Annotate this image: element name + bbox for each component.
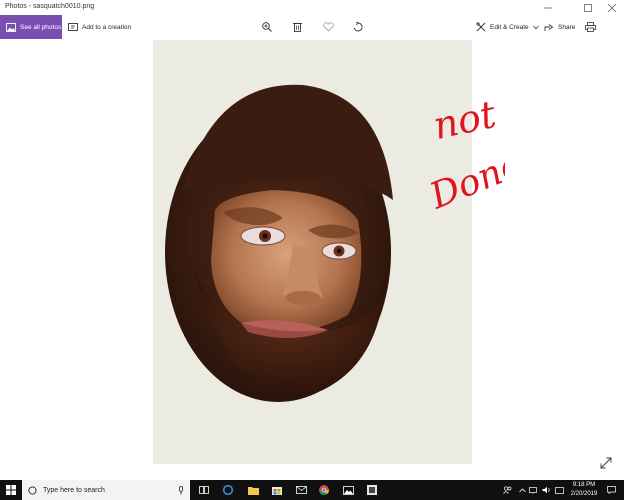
share-icon (544, 23, 554, 31)
chrome-icon (319, 485, 329, 495)
close-button[interactable] (600, 0, 624, 15)
edit-label: Edit & Create (490, 23, 529, 31)
handwritten-annotation: not Done (425, 92, 505, 215)
print-button[interactable] (579, 15, 601, 39)
delete-icon (292, 23, 302, 32)
edge-icon (223, 485, 233, 495)
photos-icon (342, 485, 354, 495)
see-all-photos-button[interactable]: See all photos (0, 15, 62, 39)
app-icon (367, 485, 377, 495)
action-center-button[interactable] (604, 480, 618, 500)
wifi-icon (529, 487, 537, 494)
chrome-taskbar-button[interactable] (313, 480, 335, 500)
share-button[interactable]: Share (544, 15, 575, 39)
share-label: Share (558, 23, 576, 31)
windows-logo-icon (6, 485, 16, 495)
search-placeholder: Type here to search (43, 486, 105, 494)
title-bar: Photos - sasquatch0010.png (0, 0, 624, 15)
mail-taskbar-button[interactable] (290, 480, 312, 500)
volume-icon (542, 486, 550, 494)
heart-icon (322, 22, 334, 32)
expand-icon (600, 457, 612, 469)
add-creation-icon (68, 22, 78, 31)
edge-taskbar-button[interactable] (217, 480, 239, 500)
volume-button[interactable] (541, 480, 553, 500)
task-view-button[interactable] (193, 480, 215, 500)
keyboard-button[interactable] (553, 480, 565, 500)
file-explorer-taskbar-button[interactable] (242, 480, 264, 500)
annotation-not-text: not (429, 92, 500, 148)
edit-icon (476, 22, 486, 32)
photos-collection-icon (6, 22, 16, 32)
taskbar-search-box[interactable]: Type here to search (22, 480, 190, 500)
chevron-down-icon (532, 25, 539, 29)
expand-button[interactable] (600, 457, 614, 471)
zoom-icon (262, 22, 272, 32)
minimize-icon (544, 7, 552, 8)
store-icon (272, 487, 282, 495)
clock-time: 9:18 PM (572, 482, 596, 488)
mail-icon (295, 486, 307, 494)
edit-create-button[interactable]: Edit & Create (476, 15, 539, 39)
window-title: Photos - sasquatch0010.png (5, 3, 95, 10)
people-button[interactable] (500, 480, 514, 500)
annotation-done-text: Done (425, 144, 505, 215)
chevron-up-icon (518, 487, 526, 492)
start-button[interactable] (0, 480, 22, 500)
photos-taskbar-button[interactable] (337, 480, 359, 500)
taskbar-clock[interactable]: 9:18 PM 2/20/2019 (565, 481, 603, 499)
search-icon (28, 485, 37, 495)
keyboard-icon (554, 486, 564, 494)
notification-icon (606, 486, 616, 494)
maximize-icon (584, 3, 592, 12)
clock-date: 2/20/2019 (570, 491, 598, 497)
network-button[interactable] (528, 480, 540, 500)
close-icon (608, 3, 616, 12)
see-all-label: See all photos (20, 23, 62, 31)
favorite-button[interactable] (317, 15, 339, 39)
rotate-icon (353, 22, 363, 32)
minimize-button[interactable] (536, 0, 560, 15)
zoom-button[interactable] (256, 15, 278, 39)
app-taskbar-button[interactable] (361, 480, 383, 500)
maximize-button[interactable] (576, 0, 600, 15)
file-explorer-icon (247, 486, 259, 495)
people-icon (502, 486, 511, 494)
add-to-creation-button[interactable]: Add to a creation (68, 15, 131, 39)
rotate-button[interactable] (347, 15, 369, 39)
store-taskbar-button[interactable] (266, 480, 288, 500)
delete-button[interactable] (286, 15, 308, 39)
add-label: Add to a creation (82, 23, 132, 31)
print-icon (584, 22, 596, 32)
task-view-icon (199, 486, 209, 494)
mic-icon (179, 485, 183, 494)
tray-overflow-button[interactable] (517, 480, 527, 500)
